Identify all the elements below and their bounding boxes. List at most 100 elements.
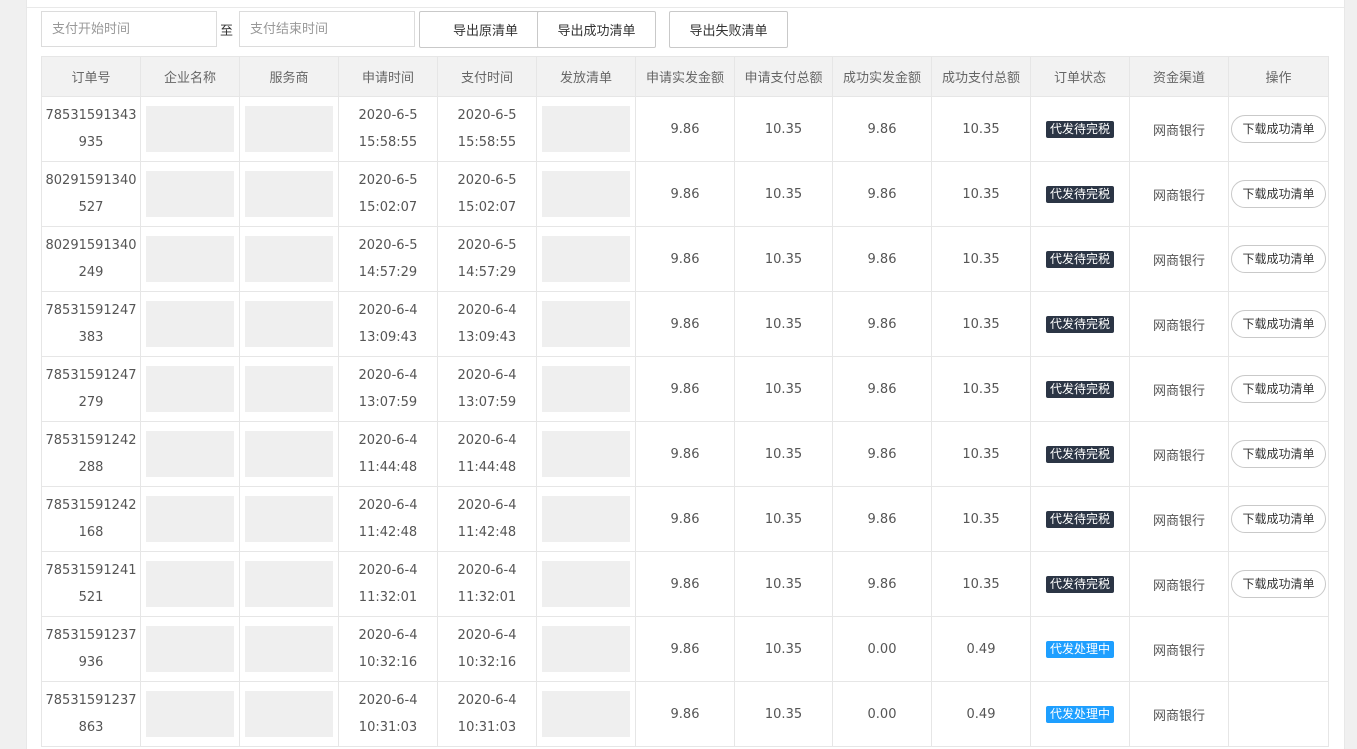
- provider-redacted: [245, 691, 333, 737]
- success-actual-amount: 9.86: [832, 356, 932, 422]
- apply-date: 2020-6-4: [358, 303, 418, 318]
- export-fail-list-button[interactable]: 导出失败清单: [669, 11, 788, 48]
- pay-time-cell: 2020-6-4 10:32:16: [437, 616, 537, 682]
- company-name-redacted: [146, 431, 234, 477]
- orders-table: 订单号 企业名称 服务商 申请时间 支付时间 发放清单 申请实发金额 申请支付总…: [41, 56, 1329, 747]
- status-badge: 代发待完税: [1045, 315, 1114, 333]
- apply-actual-amount: 9.86: [635, 356, 735, 422]
- provider-cell: [239, 616, 339, 682]
- company-name-redacted: [146, 171, 234, 217]
- order-id: 78531591343935: [45, 108, 137, 150]
- apply-actual-amount: 9.86: [635, 226, 735, 292]
- export-success-list-button[interactable]: 导出成功清单: [537, 11, 656, 48]
- company-name-redacted: [146, 626, 234, 672]
- channel-cell: 网商银行: [1129, 161, 1229, 227]
- provider-redacted: [245, 431, 333, 477]
- provider-cell: [239, 226, 339, 292]
- download-success-list-button[interactable]: 下载成功清单: [1231, 570, 1326, 598]
- table-row: 78531591237863 2020-6-4 10:31:03 2020-6-…: [41, 681, 1329, 747]
- download-success-list-button[interactable]: 下载成功清单: [1231, 180, 1326, 208]
- order-id-cell: 80291591340527: [41, 161, 141, 227]
- company-cell: [140, 96, 240, 162]
- company-name-redacted: [146, 561, 234, 607]
- apply-time-cell: 2020-6-5 14:57:29: [338, 226, 438, 292]
- channel-cell: 网商银行: [1129, 486, 1229, 552]
- payout-list-redacted: [542, 496, 630, 542]
- order-id: 78531591247279: [45, 368, 137, 410]
- pay-time-cell: 2020-6-4 13:09:43: [437, 291, 537, 357]
- success-actual-amount: 9.86: [832, 551, 932, 617]
- apply-time: 11:44:48: [358, 460, 418, 475]
- date-range-separator: 至: [220, 24, 234, 39]
- company-cell: [140, 421, 240, 487]
- company-cell: [140, 551, 240, 617]
- pay-time: 11:44:48: [457, 460, 517, 475]
- provider-cell: [239, 681, 339, 747]
- apply-time: 11:32:01: [358, 590, 418, 605]
- company-name-redacted: [146, 236, 234, 282]
- pay-date: 2020-6-4: [457, 303, 517, 318]
- col-header-payout-list: 发放清单: [536, 56, 636, 97]
- table-row: 78531591343935 2020-6-5 15:58:55 2020-6-…: [41, 96, 1329, 162]
- pay-date: 2020-6-4: [457, 693, 517, 708]
- download-success-list-button[interactable]: 下载成功清单: [1231, 310, 1326, 338]
- payout-list-cell: [536, 551, 636, 617]
- channel-cell: 网商银行: [1129, 616, 1229, 682]
- success-total-amount: 0.49: [931, 616, 1031, 682]
- col-header-status: 订单状态: [1030, 56, 1130, 97]
- apply-actual-amount: 9.86: [635, 551, 735, 617]
- payout-list-cell: [536, 291, 636, 357]
- download-success-list-button[interactable]: 下载成功清单: [1231, 115, 1326, 143]
- order-id: 78531591237863: [45, 693, 137, 735]
- apply-time-cell: 2020-6-4 11:44:48: [338, 421, 438, 487]
- channel-cell: 网商银行: [1129, 421, 1229, 487]
- success-total-amount: 10.35: [931, 551, 1031, 617]
- apply-time-cell: 2020-6-4 10:31:03: [338, 681, 438, 747]
- action-cell: 下载成功清单: [1228, 96, 1329, 162]
- apply-time-cell: 2020-6-4 11:32:01: [338, 551, 438, 617]
- apply-date: 2020-6-5: [358, 173, 418, 188]
- pay-time: 13:09:43: [457, 330, 517, 345]
- apply-date: 2020-6-4: [358, 368, 418, 383]
- apply-total-amount: 10.35: [734, 616, 833, 682]
- status-badge: 代发处理中: [1045, 705, 1114, 723]
- export-raw-list-button[interactable]: 导出原清单: [419, 11, 552, 48]
- provider-redacted: [245, 496, 333, 542]
- provider-cell: [239, 486, 339, 552]
- pay-time: 14:57:29: [457, 265, 517, 280]
- provider-cell: [239, 291, 339, 357]
- apply-time: 11:42:48: [358, 525, 418, 540]
- apply-actual-amount: 9.86: [635, 161, 735, 227]
- pay-date: 2020-6-4: [457, 433, 517, 448]
- col-header-apply-total: 申请支付总额: [734, 56, 833, 97]
- success-actual-amount: 9.86: [832, 96, 932, 162]
- status-cell: 代发待完税: [1030, 226, 1130, 292]
- payout-list-cell: [536, 681, 636, 747]
- apply-time: 15:58:55: [358, 135, 418, 150]
- pay-time-cell: 2020-6-4 11:44:48: [437, 421, 537, 487]
- provider-cell: [239, 551, 339, 617]
- order-id: 78531591242168: [45, 498, 137, 540]
- pay-start-time-input[interactable]: [41, 11, 217, 47]
- payout-list-redacted: [542, 106, 630, 152]
- apply-date: 2020-6-5: [358, 108, 418, 123]
- download-success-list-button[interactable]: 下载成功清单: [1231, 245, 1326, 273]
- apply-time: 10:31:03: [358, 720, 418, 735]
- col-header-pay-time: 支付时间: [437, 56, 537, 97]
- download-success-list-button[interactable]: 下载成功清单: [1231, 375, 1326, 403]
- download-success-list-button[interactable]: 下载成功清单: [1231, 505, 1326, 533]
- order-id: 78531591247383: [45, 303, 137, 345]
- pay-end-time-input[interactable]: [239, 11, 415, 47]
- pay-time: 15:02:07: [457, 200, 517, 215]
- order-id: 78531591241521: [45, 563, 137, 605]
- download-success-list-button[interactable]: 下载成功清单: [1231, 440, 1326, 468]
- pay-time-cell: 2020-6-4 13:07:59: [437, 356, 537, 422]
- action-cell: 下载成功清单: [1228, 291, 1329, 357]
- action-cell: 下载成功清单: [1228, 551, 1329, 617]
- apply-total-amount: 10.35: [734, 161, 833, 227]
- table-row: 78531591247383 2020-6-4 13:09:43 2020-6-…: [41, 291, 1329, 357]
- order-id-cell: 78531591237936: [41, 616, 141, 682]
- order-id: 78531591242288: [45, 433, 137, 475]
- success-total-amount: 10.35: [931, 291, 1031, 357]
- provider-redacted: [245, 171, 333, 217]
